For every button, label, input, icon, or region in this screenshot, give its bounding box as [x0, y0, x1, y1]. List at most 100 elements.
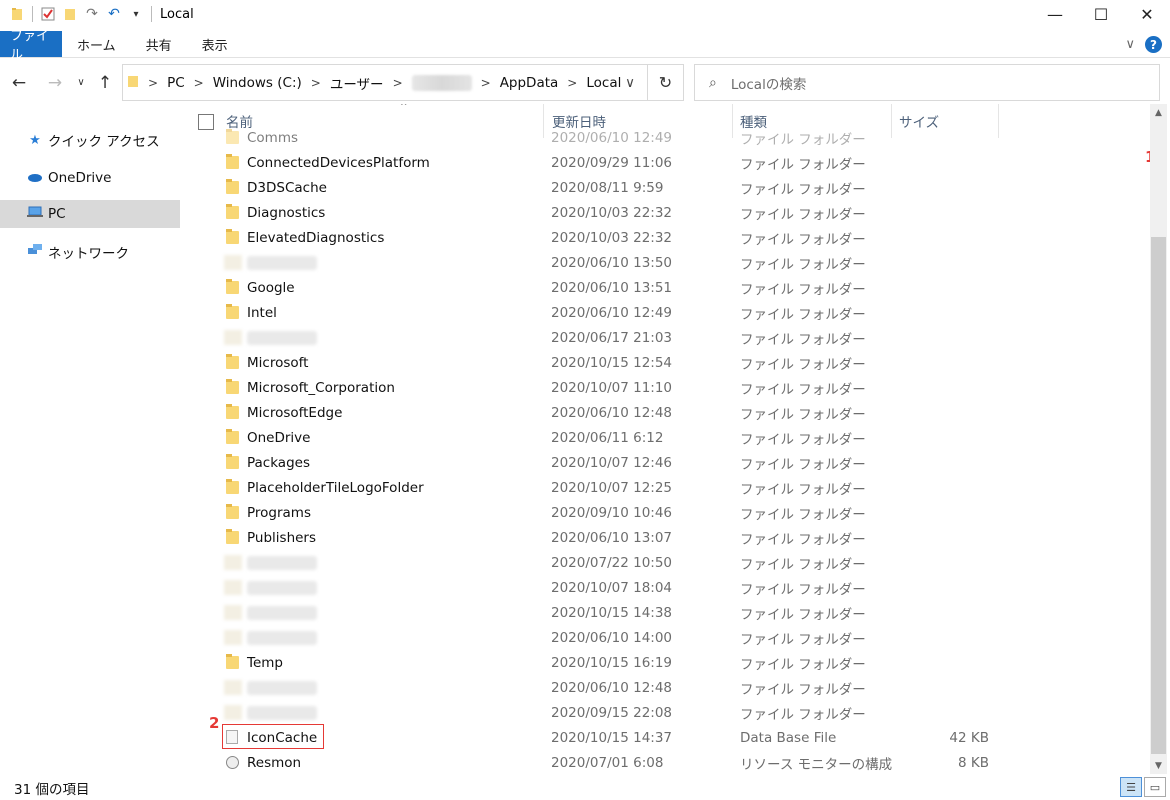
undo-icon[interactable]: ↶	[103, 3, 125, 25]
file-name[interactable]: Intel	[247, 305, 277, 321]
customize-quick-access-icon[interactable]: ▾	[125, 3, 147, 25]
nav-item-onedrive[interactable]: OneDrive	[0, 164, 180, 192]
chevron-right-icon[interactable]: >	[311, 76, 321, 90]
nav-item-network[interactable]: ネットワーク	[0, 238, 180, 266]
table-row[interactable]: ConnectedDevicesPlatform 2020/09/29 11:06…	[184, 150, 1144, 175]
breadcrumb-local[interactable]: Local	[586, 75, 621, 91]
file-type: ファイル フォルダー	[740, 581, 866, 598]
recent-locations-icon[interactable]: ∨	[70, 77, 92, 88]
address-bar[interactable]: > PC > Windows (C:) > ユーザー > > AppData >…	[122, 64, 648, 101]
expand-ribbon-icon[interactable]: ∨	[1125, 37, 1135, 52]
table-row[interactable]: PlaceholderTileLogoFolder 2020/10/07 12:2…	[184, 475, 1144, 500]
table-row[interactable]: Packages 2020/10/07 12:46 ファイル フォルダー	[184, 450, 1144, 475]
file-name[interactable]: Comms	[247, 130, 298, 146]
folder-icon	[226, 279, 239, 294]
table-row[interactable]: 2020/10/07 18:04 ファイル フォルダー	[184, 575, 1144, 600]
table-row[interactable]: Microsoft 2020/10/15 12:54 ファイル フォルダー	[184, 350, 1144, 375]
scrollbar-thumb[interactable]	[1151, 237, 1166, 754]
table-row[interactable]: 2020/09/15 22:08 ファイル フォルダー	[184, 700, 1144, 725]
file-name[interactable]: Packages	[247, 455, 310, 471]
table-row[interactable]: D3DSCache 2020/08/11 9:59 ファイル フォルダー	[184, 175, 1144, 200]
file-name[interactable]: D3DSCache	[247, 180, 327, 196]
chevron-right-icon[interactable]: >	[194, 76, 204, 90]
file-type: リソース モニターの構成	[740, 756, 893, 773]
file-name[interactable]: Microsoft	[247, 355, 308, 371]
help-icon[interactable]: ?	[1145, 36, 1162, 53]
chevron-right-icon[interactable]: >	[567, 76, 577, 90]
file-name[interactable]: ElevatedDiagnostics	[247, 230, 384, 246]
table-row[interactable]: Resmon 2020/07/01 6:08 リソース モニターの構成 8 KB	[184, 750, 1144, 774]
redo-icon[interactable]: ↷	[81, 3, 103, 25]
vertical-scrollbar[interactable]: ▲ ▼	[1150, 104, 1167, 774]
table-row[interactable]: Publishers 2020/06/10 13:07 ファイル フォルダー	[184, 525, 1144, 550]
tab-share[interactable]: 共有	[131, 31, 187, 57]
scroll-down-icon[interactable]: ▼	[1150, 757, 1167, 774]
scroll-up-icon[interactable]: ▲	[1150, 104, 1167, 121]
table-row[interactable]: Programs 2020/09/10 10:46 ファイル フォルダー	[184, 500, 1144, 525]
file-date: 2020/06/10 12:49	[551, 129, 673, 146]
breadcrumb-users[interactable]: ユーザー	[330, 73, 384, 93]
file-name[interactable]: Publishers	[247, 530, 316, 546]
file-name[interactable]: MicrosoftEdge	[247, 405, 342, 421]
new-folder-icon[interactable]	[59, 3, 81, 25]
tab-home[interactable]: ホーム	[62, 31, 131, 57]
file-date: 2020/10/15 14:38	[551, 604, 673, 621]
nav-item-quick-access[interactable]: ★ クイック アクセス	[0, 126, 180, 154]
table-row[interactable]: Microsoft_Corporation 2020/10/07 11:10 ファイ…	[184, 375, 1144, 400]
sort-up-icon: ^	[400, 104, 408, 112]
file-name[interactable]: Microsoft_Corporation	[247, 380, 395, 396]
large-icons-view-icon[interactable]: ▭	[1144, 777, 1166, 797]
address-dropdown-icon[interactable]: ∨	[625, 75, 635, 91]
breadcrumb-pc[interactable]: PC	[167, 75, 185, 91]
file-type: ファイル フォルダー	[740, 331, 866, 348]
breadcrumb-appdata[interactable]: AppData	[500, 75, 559, 91]
minimize-button[interactable]: —	[1032, 0, 1078, 28]
file-name[interactable]: PlaceholderTileLogoFolder	[247, 480, 424, 496]
table-row[interactable]: 2020/06/10 13:50 ファイル フォルダー	[184, 250, 1144, 275]
table-row[interactable]: Diagnostics 2020/10/03 22:32 ファイル フォルダー	[184, 200, 1144, 225]
table-row[interactable]: IconCache 2020/10/15 14:37 Data Base File 4…	[184, 724, 1144, 750]
details-view-icon[interactable]: ☰	[1120, 777, 1142, 797]
table-row[interactable]: Comms 2020/06/10 12:49 ファイル フォルダー	[184, 125, 1144, 150]
table-row[interactable]: 2020/06/10 12:48 ファイル フォルダー	[184, 675, 1144, 700]
properties-icon[interactable]	[37, 3, 59, 25]
chevron-right-icon[interactable]: >	[148, 76, 158, 90]
back-arrow-icon[interactable]: ←	[8, 73, 30, 93]
file-date: 2020/06/10 13:07	[551, 529, 673, 546]
file-name[interactable]: Temp	[247, 655, 283, 671]
file-name[interactable]: Resmon	[247, 755, 301, 771]
file-name[interactable]: Diagnostics	[247, 205, 325, 221]
table-row[interactable]: 2020/06/17 21:03 ファイル フォルダー	[184, 325, 1144, 350]
file-name[interactable]: Google	[247, 280, 295, 296]
refresh-button[interactable]: ↻	[648, 64, 684, 101]
file-name[interactable]: OneDrive	[247, 430, 310, 446]
chevron-right-icon[interactable]: >	[393, 76, 403, 90]
file-type: ファイル フォルダー	[740, 306, 866, 323]
up-arrow-icon[interactable]: ↑	[94, 73, 116, 93]
breadcrumb-c-drive[interactable]: Windows (C:)	[213, 75, 302, 91]
tab-file[interactable]: ファイル	[0, 29, 62, 63]
table-row[interactable]: MicrosoftEdge 2020/06/10 12:48 ファイル フォルダー	[184, 400, 1144, 425]
table-row[interactable]: 2020/06/10 14:00 ファイル フォルダー	[184, 625, 1144, 650]
table-row[interactable]: OneDrive 2020/06/11 6:12 ファイル フォルダー	[184, 425, 1144, 450]
file-name[interactable]: ConnectedDevicesPlatform	[247, 155, 430, 171]
nav-item-pc[interactable]: PC	[0, 200, 180, 228]
folder-icon	[226, 229, 239, 244]
forward-arrow-icon[interactable]: →	[44, 73, 66, 93]
table-row[interactable]: Google 2020/06/10 13:51 ファイル フォルダー	[184, 275, 1144, 300]
address-row: ← → ∨ ↑ > PC > Windows (C:) > ユーザー > > A…	[0, 64, 1170, 102]
table-row[interactable]: 2020/10/15 14:38 ファイル フォルダー	[184, 600, 1144, 625]
chevron-right-icon[interactable]: >	[481, 76, 491, 90]
table-row[interactable]: Temp 2020/10/15 16:19 ファイル フォルダー	[184, 650, 1144, 675]
breadcrumb-redacted-user[interactable]	[411, 74, 472, 91]
table-row[interactable]: Intel 2020/06/10 12:49 ファイル フォルダー	[184, 300, 1144, 325]
search-input[interactable]: ⌕ Localの検索	[694, 64, 1160, 101]
file-name[interactable]: Programs	[247, 505, 311, 521]
folder-icon	[226, 454, 239, 469]
close-button[interactable]: ✕	[1124, 0, 1170, 28]
table-row[interactable]: 2020/07/22 10:50 ファイル フォルダー	[184, 550, 1144, 575]
file-date: 2020/06/10 12:48	[551, 404, 673, 421]
tab-view[interactable]: 表示	[187, 31, 243, 57]
maximize-button[interactable]: ☐	[1078, 0, 1124, 28]
table-row[interactable]: ElevatedDiagnostics 2020/10/03 22:32 ファイル …	[184, 225, 1144, 250]
